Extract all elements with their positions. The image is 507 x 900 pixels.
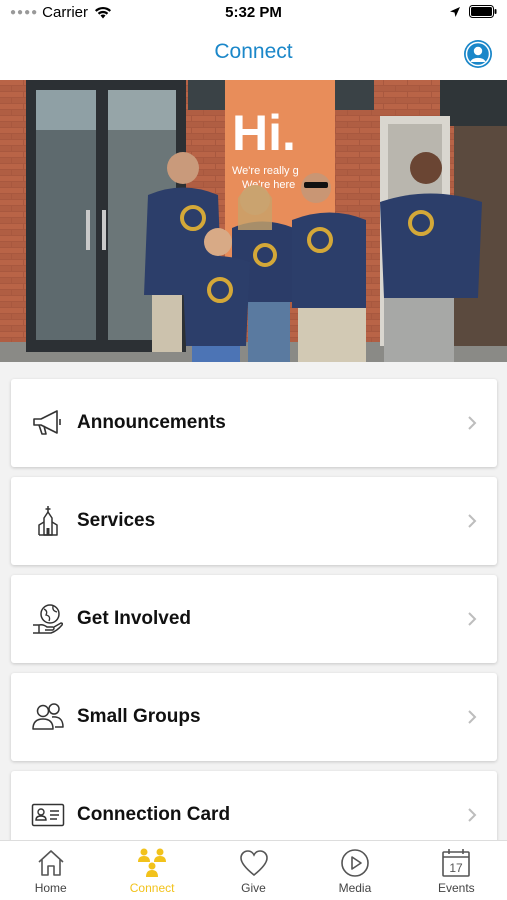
- menu-item-connection-card[interactable]: Connection Card: [11, 771, 497, 840]
- connect-people-icon: [135, 847, 169, 879]
- banner-hi-text: Hi.: [232, 105, 296, 161]
- tab-label: Connect: [129, 881, 175, 895]
- play-icon: [338, 847, 372, 879]
- megaphone-icon: [30, 405, 66, 441]
- tab-label: Events: [437, 881, 475, 895]
- tab-events[interactable]: 17 Events: [406, 841, 507, 900]
- tab-connect[interactable]: Connect: [101, 841, 202, 900]
- menu-item-label: Connection Card: [77, 804, 231, 825]
- id-card-icon: [30, 797, 66, 833]
- team-photo-image: Hi. We're really g We're here: [0, 80, 507, 362]
- tab-home[interactable]: Home: [0, 841, 101, 900]
- chevron-right-icon: [468, 416, 477, 430]
- menu-item-get-involved[interactable]: Get Involved: [11, 575, 497, 663]
- menu-item-label: Services: [77, 510, 156, 531]
- menu-item-label: Small Groups: [77, 706, 201, 727]
- menu-list: Announcements Services Get Involved Smal…: [0, 362, 507, 840]
- calendar-day: 17: [450, 861, 464, 875]
- church-icon: [30, 503, 66, 539]
- page-title: Connect: [214, 40, 293, 63]
- tab-media[interactable]: Media: [304, 841, 405, 900]
- menu-item-label: Announcements: [77, 412, 226, 433]
- tab-label: Give: [241, 881, 266, 895]
- status-time: 5:32 PM: [225, 4, 282, 21]
- menu-item-label: Get Involved: [77, 608, 192, 629]
- chevron-right-icon: [468, 514, 477, 528]
- people-icon: [30, 699, 66, 735]
- tab-label: Home: [34, 881, 67, 895]
- chevron-right-icon: [468, 612, 477, 626]
- tab-label: Media: [338, 881, 372, 895]
- battery-icon: [469, 5, 497, 18]
- menu-item-services[interactable]: Services: [11, 477, 497, 565]
- menu-item-announcements[interactable]: Announcements: [11, 379, 497, 467]
- nav-bar: Connect: [0, 28, 507, 80]
- profile-icon[interactable]: [463, 39, 493, 69]
- banner-subtext-1: We're really g: [232, 165, 299, 177]
- chevron-right-icon: [468, 808, 477, 822]
- tab-bar: Home Connect Give Media 17 Events: [0, 840, 507, 900]
- heart-icon: [237, 847, 271, 879]
- status-bar: ●●●● Carrier 5:32 PM: [0, 0, 507, 28]
- calendar-icon: 17: [439, 847, 473, 879]
- home-icon: [34, 847, 68, 879]
- menu-item-small-groups[interactable]: Small Groups: [11, 673, 497, 761]
- hero-photo: Hi. We're really g We're here: [0, 80, 507, 362]
- location-arrow-icon: [450, 6, 460, 17]
- globe-hand-icon: [30, 601, 66, 637]
- chevron-right-icon: [468, 710, 477, 724]
- tab-give[interactable]: Give: [203, 841, 304, 900]
